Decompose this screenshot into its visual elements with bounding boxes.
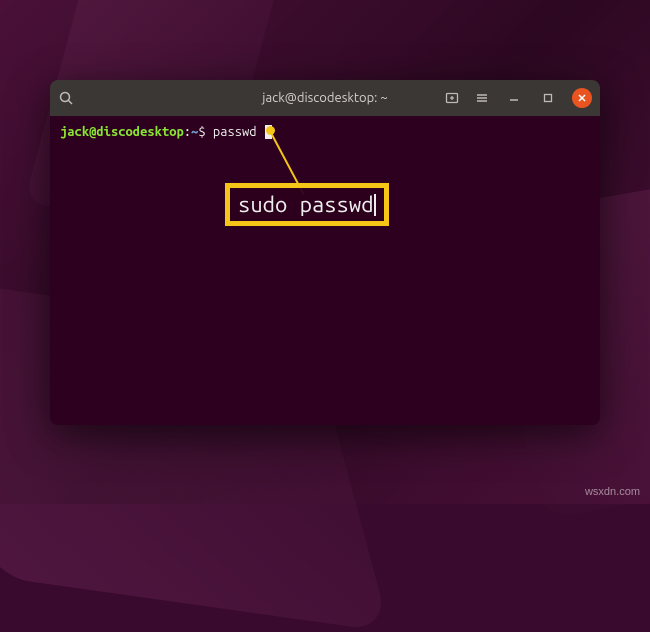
new-tab-icon[interactable]: [444, 90, 460, 106]
watermark: wsxdn.com: [585, 486, 640, 498]
callout-text: sudo passwd: [238, 192, 374, 217]
terminal-window: jack@discodesktop: ~: [50, 80, 600, 425]
prompt-symbol: $: [198, 125, 205, 139]
callout-dot: [266, 126, 275, 135]
prompt-separator: :: [184, 125, 191, 139]
maximize-button[interactable]: [538, 88, 558, 108]
search-icon[interactable]: [58, 90, 74, 106]
window-title: jack@discodesktop: ~: [262, 91, 387, 105]
callout-box: sudo passwd: [225, 183, 389, 226]
prompt-user-host: jack@discodesktop: [60, 125, 184, 139]
callout-cursor: [374, 194, 376, 216]
menu-icon[interactable]: [474, 90, 490, 106]
close-button[interactable]: [572, 88, 592, 108]
prompt-line: jack@discodesktop:~$ passwd: [60, 124, 590, 141]
terminal-body[interactable]: jack@discodesktop:~$ passwd: [50, 116, 600, 425]
window-titlebar: jack@discodesktop: ~: [50, 80, 600, 116]
typed-command: passwd: [213, 125, 257, 139]
minimize-button[interactable]: [504, 88, 524, 108]
